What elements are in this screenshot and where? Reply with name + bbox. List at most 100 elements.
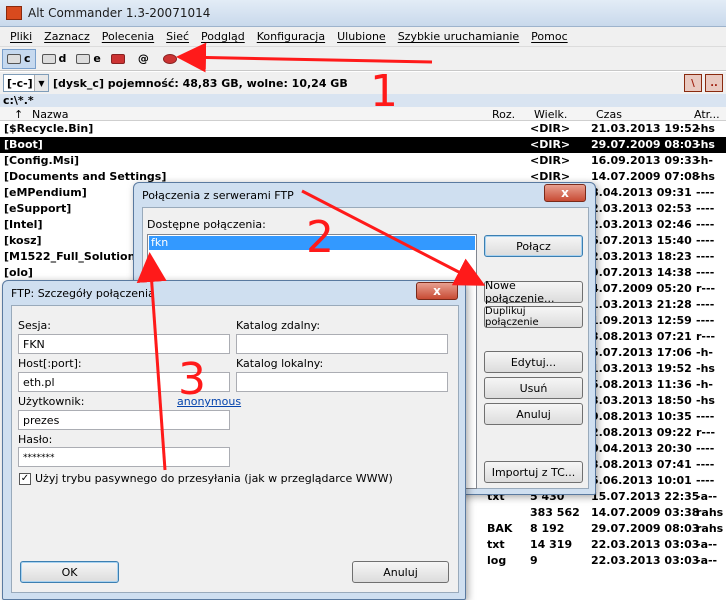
file-time: 16.09.2013 09:33	[591, 154, 700, 167]
session-label: Sesja:	[18, 319, 51, 332]
file-time: 5.07.2013 17:06	[591, 346, 692, 359]
file-size: <DIR>	[530, 154, 571, 167]
menu-zaznacz[interactable]: Zaznacz	[38, 30, 96, 43]
file-name: [olo]	[4, 266, 33, 279]
menu-pomoc[interactable]: Pomoc	[525, 30, 573, 43]
cancel-button[interactable]: Anuluj	[484, 403, 583, 425]
host-label: Host[:port]:	[18, 357, 82, 370]
file-size: 383 562	[530, 506, 580, 519]
column-name[interactable]: Nazwa	[32, 108, 68, 121]
dialog-title: FTP: Szczegóły połączenia	[11, 287, 155, 300]
file-attr: -hs	[696, 394, 715, 407]
close-icon[interactable]: x	[416, 282, 458, 300]
close-icon[interactable]: x	[544, 184, 586, 202]
drive-button-d[interactable]: d	[38, 49, 71, 69]
password-input[interactable]: *******	[18, 447, 230, 467]
file-time: 1.03.2013 19:52	[591, 362, 692, 375]
drive-button-c[interactable]: c	[2, 48, 36, 69]
parent-dir-button[interactable]: ..	[705, 74, 723, 92]
cancel-button[interactable]: Anuluj	[352, 561, 449, 583]
remote-dir-label: Katalog zdalny:	[236, 319, 321, 332]
file-time: 5.08.2013 11:36	[591, 378, 692, 391]
file-attr: -hs	[696, 170, 715, 183]
chevron-down-icon[interactable]: ▼	[34, 75, 48, 91]
file-attr: rahs	[696, 506, 724, 519]
edit-button[interactable]: Edytuj...	[484, 351, 583, 373]
file-attr: r---	[696, 330, 716, 343]
at-icon: @	[137, 52, 149, 65]
menu-konfiguracja[interactable]: Konfiguracja	[251, 30, 331, 43]
table-row[interactable]: [Boot] <DIR> 29.07.2009 08:03 -hs	[0, 137, 726, 153]
file-time: 21.03.2013 19:52	[591, 122, 700, 135]
import-tc-button[interactable]: Importuj z TC...	[484, 461, 583, 483]
menu-polecenia[interactable]: Polecenia	[96, 30, 160, 43]
menu-podglad[interactable]: Podgląd	[195, 30, 251, 43]
user-label: Użytkownik:	[18, 395, 85, 408]
file-attr: -a--	[696, 554, 718, 567]
file-attr: r---	[696, 282, 716, 295]
remote-dir-input[interactable]	[236, 334, 448, 354]
dialog-title: Połączenia z serwerami FTP	[142, 189, 294, 202]
at-drive-button[interactable]: @	[134, 49, 157, 69]
file-time: 1.09.2013 12:59	[591, 314, 692, 327]
delete-button[interactable]: Usuń	[484, 377, 583, 399]
table-row[interactable]: [Config.Msi] <DIR> 16.09.2013 09:33 -h-	[0, 153, 726, 169]
network-drive-button[interactable]	[107, 49, 132, 69]
file-size: 8 192	[530, 522, 565, 535]
file-name: [eSupport]	[4, 202, 72, 215]
new-connection-button[interactable]: Nowe połączenie...	[484, 279, 583, 305]
ftp-connect-button[interactable]	[159, 49, 184, 69]
column-size[interactable]: Wielk.	[534, 108, 567, 121]
file-time: 9.08.2013 10:35	[591, 410, 692, 423]
file-time: 8.04.2013 09:31	[591, 186, 692, 199]
file-attr: ----	[696, 250, 715, 263]
menu-ulubione[interactable]: Ulubione	[331, 30, 392, 43]
column-time[interactable]: Czas	[596, 108, 622, 121]
drive-button-e[interactable]: e	[72, 49, 104, 69]
session-input[interactable]: FKN	[18, 334, 230, 354]
dialog-body: Sesja: FKN Host[:port]: eth.pl Użytkowni…	[11, 305, 459, 593]
drive-label: d	[58, 52, 67, 65]
table-row[interactable]: [$Recycle.Bin] <DIR> 21.03.2013 19:52 -hs	[0, 121, 726, 137]
column-ext[interactable]: Roz.	[492, 108, 515, 121]
file-time: 4.07.2009 05:20	[591, 282, 692, 295]
file-time: 14.07.2009 03:38	[591, 506, 700, 519]
column-attr[interactable]: Atr...	[694, 108, 720, 121]
file-time: 2.03.2013 02:53	[591, 202, 692, 215]
local-dir-label: Katalog lokalny:	[236, 357, 324, 370]
file-name: [kosz]	[4, 234, 42, 247]
duplicate-connection-button[interactable]: Duplikuj połączenie	[484, 306, 583, 328]
connect-button[interactable]: Połącz	[484, 235, 583, 257]
disk-info: [dysk_c] pojemność: 48,83 GB, wolne: 10,…	[53, 76, 348, 90]
menu-siec[interactable]: Sieć	[160, 30, 195, 43]
file-attr: ----	[696, 298, 715, 311]
file-attr: -h-	[696, 378, 713, 391]
file-attr: r---	[696, 426, 716, 439]
current-path: c:\*.*	[0, 94, 726, 107]
file-ext: log	[487, 554, 507, 567]
file-attr: ----	[696, 474, 715, 487]
file-attr: -hs	[696, 122, 715, 135]
drive-toolbar: c d e @	[0, 47, 726, 71]
ftp-details-dialog: FTP: Szczegóły połączenia x Sesja: FKN H…	[2, 280, 466, 600]
ok-button[interactable]: OK	[20, 561, 119, 583]
file-size: <DIR>	[530, 122, 571, 135]
drive-label: e	[93, 52, 101, 65]
file-time: 6.07.2013 15:40	[591, 234, 692, 247]
file-time: 3.03.2013 18:50	[591, 394, 692, 407]
passive-mode-checkbox[interactable]: ✓	[19, 473, 31, 485]
drive-select[interactable]: [-c-] ▼	[3, 74, 49, 92]
file-time: 0.04.2013 20:30	[591, 442, 692, 455]
sort-arrow-icon[interactable]: ↑	[14, 108, 23, 121]
file-time: 9.07.2013 14:38	[591, 266, 692, 279]
file-name: [Boot]	[4, 138, 43, 151]
file-time: 22.03.2013 03:03	[591, 554, 700, 567]
optical-drive-icon	[41, 53, 56, 64]
ftp-icon	[162, 53, 177, 64]
menu-szybkie-uruchamianie[interactable]: Szybkie uruchamianie	[392, 30, 525, 43]
local-dir-input[interactable]	[236, 372, 448, 392]
menu-pliki[interactable]: Pliki	[4, 30, 38, 43]
root-dir-button[interactable]: \	[684, 74, 702, 92]
file-size: 14 319	[530, 538, 573, 551]
user-input[interactable]: prezes	[18, 410, 230, 430]
